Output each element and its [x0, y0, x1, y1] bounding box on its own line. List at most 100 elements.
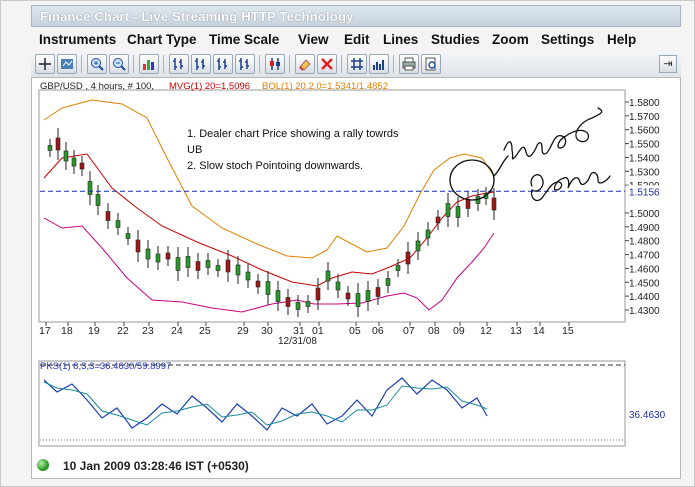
- price-axis: 1.58001.57001.56001.55001.54001.53001.52…: [625, 98, 660, 317]
- candle-body: [465, 199, 471, 209]
- candle-body: [185, 256, 191, 268]
- window-title: Finance Chart - Live Streaming HTTP Tech…: [40, 9, 354, 24]
- candle-body: [47, 145, 53, 151]
- price-tick-label: 1.5400: [629, 153, 660, 164]
- menu-help[interactable]: Help: [607, 32, 636, 47]
- bol-legend: BOL(1) 20.2.0=1.5341/1.4852: [262, 81, 388, 92]
- candle-body: [265, 281, 271, 295]
- candle-body: [205, 260, 211, 268]
- candle-body: [365, 290, 371, 302]
- price-tick-label: 1.5600: [629, 126, 660, 137]
- price-tick-label: 1.4500: [629, 278, 660, 289]
- candle-body: [325, 270, 331, 282]
- instruments-icon[interactable]: [57, 54, 77, 74]
- date-tick-label: 29: [237, 325, 249, 337]
- date-tick-label: 13: [510, 325, 522, 337]
- candle-body: [135, 239, 141, 253]
- candle-body: [63, 150, 69, 162]
- annotation-line-3: 2. Slow stoch Pointoing downwards.: [187, 160, 363, 172]
- grid-icon[interactable]: [347, 54, 367, 74]
- annotation-line-2: UB: [187, 144, 202, 156]
- menu-settings[interactable]: Settings: [541, 32, 594, 47]
- print-icon[interactable]: [399, 54, 419, 74]
- candle-body: [305, 301, 311, 307]
- candle-icon-4[interactable]: [235, 54, 255, 74]
- menu-bar: Instruments Chart Type Time Scale View E…: [31, 29, 681, 51]
- candle-body: [385, 278, 391, 286]
- delete-icon[interactable]: [317, 54, 337, 74]
- price-tick-label: 1.5500: [629, 140, 660, 151]
- candle-body: [415, 240, 421, 252]
- candle-icon-5[interactable]: [265, 54, 285, 74]
- date-tick-label: 30: [261, 325, 273, 337]
- volume-icon[interactable]: [369, 54, 389, 74]
- candle-body: [55, 137, 61, 151]
- zoom-out-icon[interactable]: [109, 54, 129, 74]
- candle-body: [155, 253, 161, 263]
- pin-icon[interactable]: ⇥: [659, 55, 677, 73]
- status-timestamp: 10 Jan 2009 03:28:46 IST (+0530): [63, 459, 249, 473]
- menu-instruments[interactable]: Instruments: [39, 32, 116, 47]
- date-tick-label: 18: [61, 325, 73, 337]
- menu-view[interactable]: View: [298, 32, 329, 47]
- candle-body: [275, 290, 281, 302]
- candle-body: [345, 292, 351, 300]
- candle-body: [435, 216, 441, 224]
- print-preview-icon[interactable]: [421, 54, 441, 74]
- price-tick-label: 1.4700: [629, 251, 660, 262]
- date-tick-label: 22: [117, 325, 129, 337]
- candle-body: [395, 265, 401, 271]
- toolbar: [31, 51, 681, 78]
- menu-studies[interactable]: Studies: [431, 32, 480, 47]
- candle-body: [315, 287, 321, 301]
- menu-zoom[interactable]: Zoom: [492, 32, 529, 47]
- candle-body: [335, 281, 341, 291]
- price-tick-label: 1.4800: [629, 237, 660, 248]
- candle-body: [105, 211, 111, 221]
- candle-body: [405, 251, 411, 265]
- candle-body: [375, 287, 381, 297]
- menu-chart-type[interactable]: Chart Type: [127, 32, 197, 47]
- date-tick-label: 19: [88, 325, 100, 337]
- candle-body: [145, 248, 151, 260]
- mvg-legend: MVG(1) 20=1.5096: [169, 81, 250, 92]
- menu-edit[interactable]: Edit: [344, 32, 370, 47]
- price-tick-label: 1.5700: [629, 112, 660, 123]
- menu-time-scale[interactable]: Time Scale: [209, 32, 279, 47]
- zoom-in-icon[interactable]: [87, 54, 107, 74]
- candle-body: [245, 271, 251, 281]
- candle-icon-3[interactable]: [213, 54, 233, 74]
- candle-body: [425, 229, 431, 239]
- app-window: Finance Chart - Live Streaming HTTP Tech…: [0, 0, 695, 487]
- candle-body: [255, 280, 261, 288]
- price-tick-label: 1.5000: [629, 209, 660, 220]
- candle-body: [71, 157, 77, 167]
- candle-icon-2[interactable]: [191, 54, 211, 74]
- menu-lines[interactable]: Lines: [383, 32, 418, 47]
- candle-body: [165, 252, 171, 260]
- candle-body: [491, 197, 497, 211]
- stoch-value-label: 36.4630: [629, 410, 666, 421]
- candle-body: [115, 220, 121, 228]
- crosshair-icon[interactable]: [35, 54, 55, 74]
- stoch-legend: PKS(1) 8,3,3=36.4630/59.8997: [40, 361, 171, 372]
- date-sublabel: 12/31/08: [278, 336, 317, 347]
- date-tick-label: 05: [349, 325, 361, 337]
- bar-chart-icon[interactable]: [139, 54, 159, 74]
- eraser-icon[interactable]: [295, 54, 315, 74]
- date-axis: 17 18 19 22 23 24 25 29 30 31 01 05 06 07 08 09 12 13 14 15: [39, 322, 574, 337]
- price-tick-label: 1.4300: [629, 306, 660, 317]
- candle-body: [79, 162, 85, 170]
- date-tick-label: 14: [533, 325, 545, 337]
- candle-body: [225, 259, 231, 273]
- date-tick-label: 12: [480, 325, 492, 337]
- price-tick-label: 1.4600: [629, 264, 660, 275]
- stoch-plot-frame: [38, 360, 626, 447]
- candle-body: [295, 302, 301, 310]
- date-tick-label: 25: [199, 325, 211, 337]
- price-tick-label: 1.5300: [629, 167, 660, 178]
- date-tick-label: 15: [562, 325, 574, 337]
- price-plot-frame: [38, 89, 626, 323]
- candle-icon-1[interactable]: [169, 54, 189, 74]
- candle-body: [215, 265, 221, 271]
